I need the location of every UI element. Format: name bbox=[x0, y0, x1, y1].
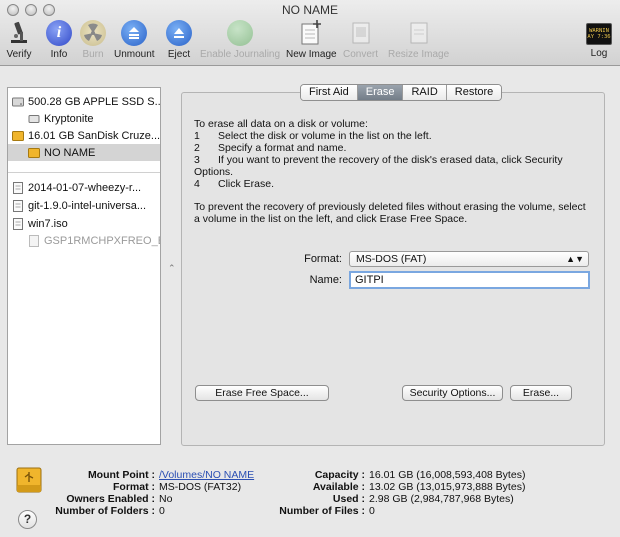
window-title: NO NAME bbox=[281, 3, 338, 17]
log-button[interactable]: WARNIN AY 7:36 Log bbox=[586, 20, 612, 59]
new-image-button[interactable]: New Image bbox=[286, 20, 337, 60]
burn-button[interactable]: Burn bbox=[80, 20, 106, 60]
erase-free-space-instructions: To prevent the recovery of previously de… bbox=[194, 201, 586, 225]
capacity-label: Capacity : bbox=[314, 469, 365, 481]
disk-list-sidebar[interactable]: 500.28 GB APPLE SSD S... Kryptonite 16.0… bbox=[7, 87, 161, 445]
eject-icon bbox=[166, 20, 192, 46]
mount-point-link[interactable]: /Volumes/NO NAME bbox=[159, 469, 254, 481]
name-label: Name: bbox=[309, 274, 342, 286]
unmounted-volume-icon bbox=[29, 234, 39, 247]
image-row-wheezy[interactable]: 2014-01-07-wheezy-r... bbox=[8, 179, 160, 196]
disk-row-apple-ssd[interactable]: 500.28 GB APPLE SSD S... bbox=[8, 93, 160, 110]
internal-disk-icon bbox=[12, 97, 24, 106]
volume-row-gsp1rmchpxfreo[interactable]: GSP1RMCHPXFREO_E... bbox=[8, 232, 160, 249]
tab-first-aid[interactable]: First Aid bbox=[301, 85, 358, 100]
disk-image-icon bbox=[13, 217, 23, 230]
number-of-files-value: 0 bbox=[369, 505, 375, 517]
unmount-icon bbox=[121, 20, 148, 46]
info-button[interactable]: i Info bbox=[46, 20, 72, 60]
number-of-folders-value: 0 bbox=[159, 505, 165, 517]
available-label: Available : bbox=[312, 481, 365, 493]
enable-journaling-button[interactable]: Enable Journaling bbox=[200, 20, 280, 60]
volume-row-kryptonite[interactable]: Kryptonite bbox=[8, 110, 160, 127]
toolbar: Verify i Info Burn Unmount Eject Enable … bbox=[0, 20, 620, 64]
console-log-icon: WARNIN AY 7:36 bbox=[586, 23, 612, 45]
security-options-button[interactable]: Security Options... bbox=[402, 385, 503, 401]
resize-image-button[interactable]: Resize Image bbox=[388, 20, 449, 60]
eject-button[interactable]: Eject bbox=[166, 20, 192, 60]
splitter-handle-icon[interactable]: ⌃ bbox=[168, 263, 176, 274]
format-label: Format: bbox=[304, 253, 342, 265]
microscope-icon bbox=[6, 20, 32, 46]
updown-arrows-icon: ▲▼ bbox=[566, 254, 584, 264]
number-of-files-label: Number of Files : bbox=[279, 505, 365, 517]
capacity-value: 16.01 GB (16,008,593,408 Bytes) bbox=[369, 469, 526, 481]
tab-raid[interactable]: RAID bbox=[403, 85, 447, 100]
mount-point-label: Mount Point : bbox=[87, 469, 155, 481]
format-info-label: Format : bbox=[113, 481, 155, 493]
usb-disk-icon bbox=[12, 130, 24, 141]
help-button[interactable]: ? bbox=[18, 510, 37, 529]
usb-volume-icon bbox=[28, 147, 40, 158]
resize-image-icon bbox=[406, 20, 432, 46]
image-row-git[interactable]: git-1.9.0-intel-universa... bbox=[8, 197, 160, 214]
used-value: 2.98 GB (2,984,787,968 Bytes) bbox=[369, 493, 514, 505]
image-row-win7[interactable]: win7.iso bbox=[8, 215, 160, 232]
name-input[interactable] bbox=[349, 271, 590, 289]
sidebar-divider bbox=[8, 172, 160, 173]
volume-row-no-name[interactable]: NO NAME bbox=[8, 144, 160, 161]
new-image-icon bbox=[298, 20, 324, 46]
disk-row-sandisk[interactable]: 16.01 GB SanDisk Cruze... bbox=[8, 127, 160, 144]
usb-drive-icon bbox=[16, 467, 42, 493]
unmount-button[interactable]: Unmount bbox=[114, 20, 155, 60]
erase-button[interactable]: Erase... bbox=[510, 385, 572, 401]
journaling-icon bbox=[227, 20, 254, 46]
tab-restore[interactable]: Restore bbox=[446, 85, 502, 100]
format-select[interactable]: MS-DOS (FAT) ▲▼ bbox=[349, 251, 589, 267]
available-value: 13.02 GB (13,015,973,888 Bytes) bbox=[369, 481, 526, 493]
erase-free-space-button[interactable]: Erase Free Space... bbox=[195, 385, 329, 401]
tab-erase[interactable]: Erase bbox=[357, 85, 404, 100]
convert-icon bbox=[348, 20, 374, 46]
erase-instructions: To erase all data on a disk or volume: 1… bbox=[194, 118, 563, 190]
owners-enabled-value: No bbox=[159, 493, 173, 505]
disk-image-icon bbox=[13, 181, 23, 194]
verify-button[interactable]: Verify bbox=[6, 20, 32, 60]
disk-image-icon bbox=[13, 199, 23, 212]
radiation-icon bbox=[80, 20, 106, 46]
info-icon: i bbox=[46, 20, 72, 46]
convert-button[interactable]: Convert bbox=[343, 20, 378, 60]
tab-bar: First Aid Erase RAID Restore bbox=[300, 84, 503, 101]
owners-enabled-label: Owners Enabled : bbox=[66, 493, 155, 505]
used-label: Used : bbox=[332, 493, 365, 505]
volume-icon bbox=[28, 114, 40, 123]
number-of-folders-label: Number of Folders : bbox=[55, 505, 155, 517]
format-info-value: MS-DOS (FAT32) bbox=[159, 481, 242, 493]
